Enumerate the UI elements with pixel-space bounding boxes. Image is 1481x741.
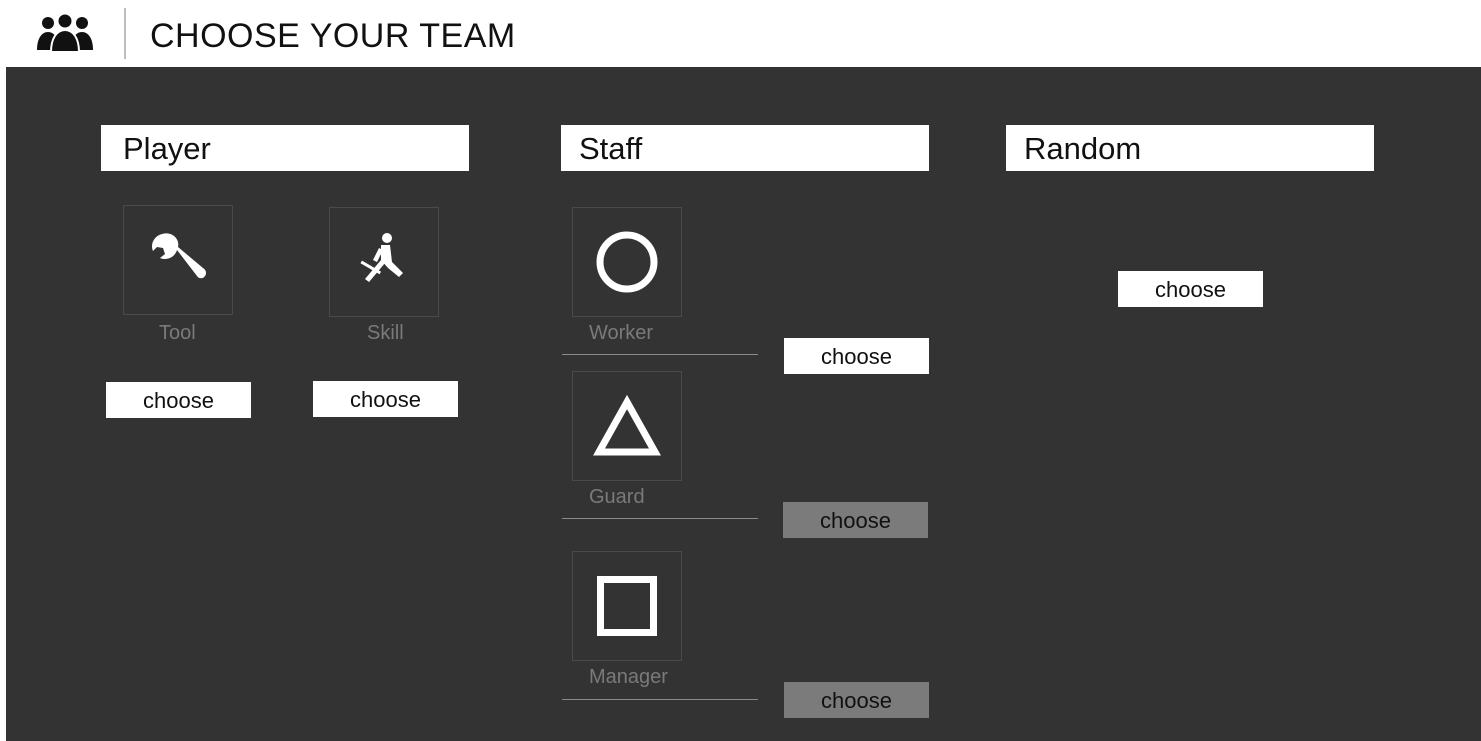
header-divider: [124, 8, 126, 59]
choose-manager-button[interactable]: choose: [784, 682, 929, 718]
worker-label: Worker: [589, 322, 654, 344]
team-icon: [37, 14, 93, 53]
triangle-icon: [593, 394, 661, 456]
guard-tile[interactable]: [572, 371, 682, 481]
guard-separator: [562, 518, 758, 519]
square-icon: [597, 576, 657, 636]
manager-label: Manager: [589, 666, 668, 688]
worker-separator: [562, 354, 758, 355]
wrench-icon: [152, 233, 207, 279]
circle-icon: [596, 231, 658, 293]
skill-figure-icon: [360, 233, 403, 282]
choose-worker-button[interactable]: choose: [784, 338, 929, 374]
section-title-player: Player: [101, 125, 469, 171]
section-title-random: Random: [1006, 125, 1374, 171]
choose-skill-button[interactable]: choose: [313, 381, 458, 417]
tool-label: Tool: [159, 322, 196, 344]
choose-random-button[interactable]: choose: [1118, 271, 1263, 307]
skill-tile[interactable]: [329, 207, 439, 317]
choose-guard-button[interactable]: choose: [783, 502, 928, 538]
guard-label: Guard: [589, 486, 645, 508]
header-bar: CHOOSE YOUR TEAM: [0, 0, 1481, 67]
worker-tile[interactable]: [572, 207, 682, 317]
page-title: CHOOSE YOUR TEAM: [150, 17, 516, 55]
choose-tool-button[interactable]: choose: [106, 382, 251, 418]
manager-separator: [562, 699, 758, 700]
section-title-staff: Staff: [561, 125, 929, 171]
tool-tile[interactable]: [123, 205, 233, 315]
skill-label: Skill: [367, 322, 404, 344]
manager-tile[interactable]: [572, 551, 682, 661]
